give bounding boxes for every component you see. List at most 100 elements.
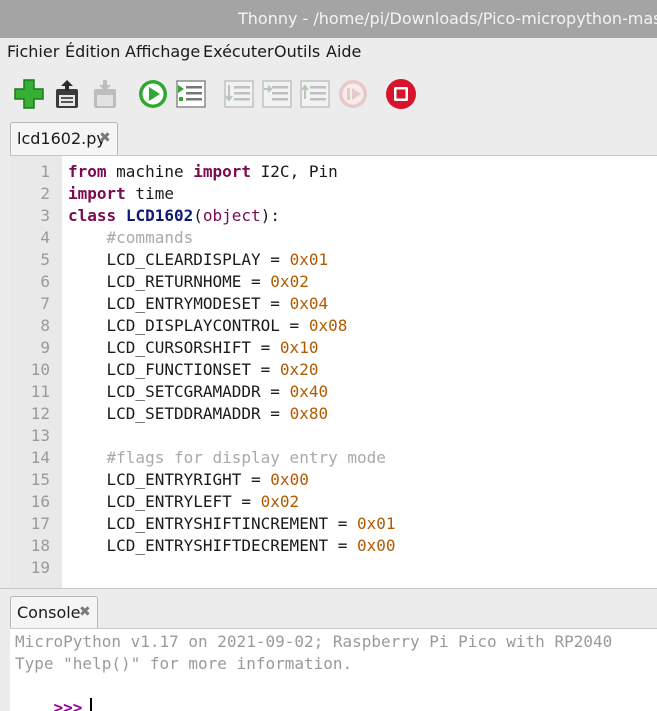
shell-console[interactable]: MicroPython v1.17 on 2021-09-02; Raspber… — [10, 628, 657, 711]
tab-label: Console — [17, 603, 81, 622]
code-text: LCD_RETURNHOME = 0x02 — [68, 271, 309, 293]
line-number: 10 — [30, 360, 50, 379]
code-text: LCD_ENTRYMODESET = 0x04 — [68, 293, 329, 315]
line-number: 17 — [30, 514, 50, 533]
code-token: 0x20 — [279, 360, 319, 379]
code-line[interactable]: 8 LCD_DISPLAYCONTROL = 0x08 — [10, 315, 657, 337]
code-text: import time — [68, 183, 174, 205]
tab-lcd1602[interactable]: lcd1602.py ✖ — [10, 122, 118, 155]
code-token: 0x02 — [270, 272, 309, 291]
code-token: LCD1602 — [125, 206, 194, 225]
pane-divider[interactable] — [0, 588, 657, 596]
line-number: 12 — [30, 404, 50, 423]
code-token: 0x08 — [308, 316, 348, 335]
code-token: 0x01 — [356, 514, 396, 533]
close-icon[interactable]: ✖ — [79, 604, 91, 620]
folder-open-icon — [56, 80, 78, 108]
code-line[interactable]: 1 from machine import I2C, Pin — [10, 161, 657, 183]
code-line[interactable]: 7 LCD_ENTRYMODESET = 0x04 — [10, 293, 657, 315]
line-number: 14 — [30, 448, 50, 467]
code-text: #commands — [68, 227, 194, 249]
console-banner: MicroPython v1.17 on 2021-09-02; Raspber… — [15, 632, 613, 651]
menu-aide[interactable]: Aide — [326, 42, 361, 61]
line-number: 4 — [40, 228, 50, 247]
code-token: 0x80 — [289, 404, 329, 423]
line-number: 9 — [40, 338, 50, 357]
line-number: 16 — [30, 492, 50, 511]
code-token: import — [68, 184, 126, 203]
run-button[interactable] — [136, 77, 170, 111]
menu-affichage[interactable]: Affichage — [125, 42, 200, 61]
console-help-hint: Type "help()" for more information. — [15, 654, 353, 673]
line-number: 11 — [30, 382, 50, 401]
line-number: 15 — [30, 470, 50, 489]
code-line[interactable]: 6 LCD_RETURNHOME = 0x02 — [10, 271, 657, 293]
code-line[interactable]: 12 LCD_SETDDRAMADDR = 0x80 — [10, 403, 657, 425]
code-token: 0x02 — [260, 492, 300, 511]
code-line[interactable]: 9 LCD_CURSORSHIFT = 0x10 — [10, 337, 657, 359]
line-number: 5 — [40, 250, 50, 269]
code-text: LCD_ENTRYRIGHT = 0x00 — [68, 469, 309, 491]
new-file-button[interactable] — [12, 77, 46, 111]
code-token: 0x00 — [356, 536, 396, 555]
code-line[interactable]: 17 LCD_ENTRYSHIFTINCREMENT = 0x01 — [10, 513, 657, 535]
line-number: 18 — [30, 536, 50, 555]
code-token: LCD_CURSORSHIFT = — [68, 338, 280, 357]
step-into-button[interactable] — [260, 77, 294, 111]
code-token: 0x10 — [279, 338, 319, 357]
menu-executer[interactable]: Exécuter — [203, 42, 274, 61]
step-over-button[interactable] — [222, 77, 256, 111]
code-line[interactable]: 3 class LCD1602(object): — [10, 205, 657, 227]
code-text: LCD_ENTRYLEFT = 0x02 — [68, 491, 300, 513]
console-input-line[interactable]: >>> — [15, 675, 93, 711]
step-out-button[interactable] — [298, 77, 332, 111]
play-icon — [139, 80, 167, 108]
code-line[interactable]: 15 LCD_ENTRYRIGHT = 0x00 — [10, 469, 657, 491]
code-token: LCD_RETURNHOME = — [68, 272, 271, 291]
code-line[interactable]: 16 LCD_ENTRYLEFT = 0x02 — [10, 491, 657, 513]
close-icon[interactable]: ✖ — [99, 130, 111, 146]
code-token: 0x01 — [289, 250, 329, 269]
code-line[interactable]: 2 import time — [10, 183, 657, 205]
code-token: ): — [260, 206, 280, 225]
resume-button[interactable] — [336, 77, 370, 111]
code-line[interactable]: 4 #commands — [10, 227, 657, 249]
open-file-button[interactable] — [50, 77, 84, 111]
code-token: LCD_ENTRYMODESET = — [68, 294, 290, 313]
step-into-icon — [262, 80, 292, 108]
code-line[interactable]: 18 LCD_ENTRYSHIFTDECREMENT = 0x00 — [10, 535, 657, 557]
code-token: LCD_ENTRYRIGHT = — [68, 470, 271, 489]
stop-button[interactable] — [384, 77, 418, 111]
code-text: #flags for display entry mode — [68, 447, 386, 469]
code-line[interactable]: 14 #flags for display entry mode — [10, 447, 657, 469]
code-line[interactable]: 11 LCD_SETCGRAMADDR = 0x40 — [10, 381, 657, 403]
toolbar — [0, 66, 657, 122]
tab-label: lcd1602.py — [17, 129, 106, 148]
code-token: ( — [193, 206, 203, 225]
code-line[interactable]: 19 — [10, 557, 657, 579]
resume-icon — [339, 80, 367, 108]
menu-outils[interactable]: Outils — [274, 42, 320, 61]
code-text: from machine import I2C, Pin — [68, 161, 338, 183]
code-editor[interactable]: 1 from machine import I2C, Pin 2 import tim… — [10, 155, 657, 588]
code-token: I2C, Pin — [251, 162, 338, 181]
menu-fichier[interactable]: Fichier — [7, 42, 59, 61]
code-token: 0x40 — [289, 382, 329, 401]
code-token: LCD_FUNCTIONSET = — [68, 360, 280, 379]
code-token: LCD_SETCGRAMADDR = — [68, 382, 290, 401]
save-file-button[interactable] — [88, 77, 122, 111]
code-token: LCD_DISPLAYCONTROL = — [68, 316, 309, 335]
code-text: LCD_DISPLAYCONTROL = 0x08 — [68, 315, 348, 337]
tab-console[interactable]: Console ✖ — [10, 596, 98, 628]
code-line[interactable]: 5 LCD_CLEARDISPLAY = 0x01 — [10, 249, 657, 271]
code-line[interactable]: 10 LCD_FUNCTIONSET = 0x20 — [10, 359, 657, 381]
code-token: import — [193, 162, 252, 181]
debug-button[interactable] — [174, 77, 208, 111]
menu-edition[interactable]: Édition — [65, 42, 120, 61]
plus-icon — [14, 79, 44, 109]
code-line[interactable]: 13 — [10, 425, 657, 447]
window-title: Thonny - /home/pi/Downloads/Pico-micropy… — [238, 9, 657, 28]
code-token: LCD_ENTRYSHIFTINCREMENT = — [68, 514, 357, 533]
